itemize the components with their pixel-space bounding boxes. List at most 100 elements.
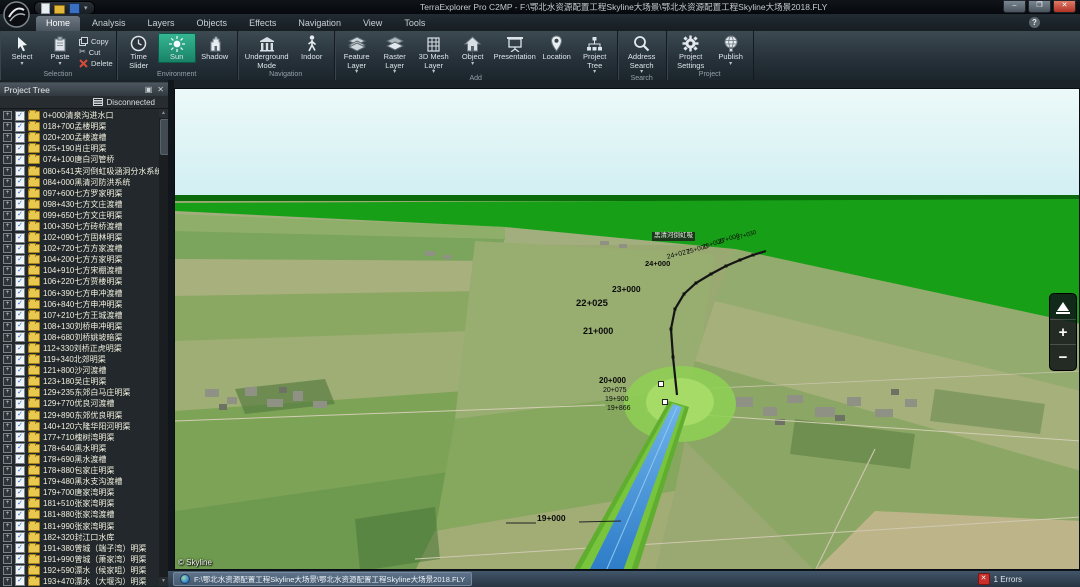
checkbox[interactable]: ✓ — [15, 299, 25, 309]
tree-item[interactable]: +✓193+470漂水（大堰沟）明渠 — [0, 576, 159, 586]
expand-icon[interactable]: + — [3, 178, 12, 187]
tree-item[interactable]: +✓121+800沙河渡槽 — [0, 365, 159, 376]
checkbox[interactable]: ✓ — [15, 255, 25, 265]
checkbox[interactable]: ✓ — [15, 443, 25, 453]
expand-icon[interactable]: + — [3, 366, 12, 375]
checkbox[interactable]: ✓ — [15, 477, 25, 487]
tree-item[interactable]: +✓182+320封江口水库 — [0, 532, 159, 543]
checkbox[interactable]: ✓ — [15, 532, 25, 542]
tree-item[interactable]: +✓107+210七方王城渡槽 — [0, 310, 159, 321]
minimize-button[interactable]: – — [1003, 0, 1026, 13]
checkbox[interactable]: ✓ — [15, 155, 25, 165]
expand-icon[interactable]: + — [3, 200, 12, 209]
tree-item[interactable]: +✓020+200孟楼渡槽 — [0, 132, 159, 143]
tree-item[interactable]: +✓106+390七方申冲渡槽 — [0, 288, 159, 299]
expand-icon[interactable]: + — [3, 544, 12, 553]
tab-navigation[interactable]: Navigation — [288, 16, 351, 31]
tree-item[interactable]: +✓178+690黑水渡槽 — [0, 454, 159, 465]
tree-item[interactable]: +✓129+770优良河渡槽 — [0, 398, 159, 409]
checkbox[interactable]: ✓ — [15, 355, 25, 365]
tree-item[interactable]: +✓179+700唐家湾明渠 — [0, 487, 159, 498]
checkbox[interactable]: ✓ — [15, 521, 25, 531]
checkbox[interactable]: ✓ — [15, 332, 25, 342]
close-button[interactable]: ✕ — [1053, 0, 1076, 13]
tree-item[interactable]: +✓178+880包家庄明渠 — [0, 465, 159, 476]
maximize-button[interactable]: ❐ — [1028, 0, 1051, 13]
expand-icon[interactable]: + — [3, 466, 12, 475]
checkbox[interactable]: ✓ — [15, 244, 25, 254]
expand-icon[interactable]: + — [3, 388, 12, 397]
help-icon[interactable]: ? — [1029, 17, 1040, 28]
expand-icon[interactable]: + — [3, 211, 12, 220]
underground-mode-button[interactable]: Underground Mode — [241, 33, 293, 71]
expand-icon[interactable]: + — [3, 189, 12, 198]
expand-icon[interactable]: + — [3, 499, 12, 508]
tree-item[interactable]: +✓100+350七方砖桥渡槽 — [0, 221, 159, 232]
tree-item[interactable]: +✓098+430七方文庄渡槽 — [0, 199, 159, 210]
expand-icon[interactable]: + — [3, 488, 12, 497]
tree-item[interactable]: +✓074+100唐白河管桥 — [0, 154, 159, 165]
paste-button[interactable]: Paste▾ — [41, 33, 79, 67]
tab-objects[interactable]: Objects — [187, 16, 238, 31]
tab-home[interactable]: Home — [36, 16, 80, 31]
compass-button[interactable] — [1050, 294, 1076, 320]
checkbox[interactable]: ✓ — [15, 188, 25, 198]
publish-button[interactable]: Publish▾ — [712, 33, 750, 67]
tree-item[interactable]: +✓102+090七方固林明渠 — [0, 232, 159, 243]
address-search-button[interactable]: Address Search▾ — [621, 33, 663, 75]
expand-icon[interactable]: + — [3, 300, 12, 309]
expand-icon[interactable]: + — [3, 355, 12, 364]
location-button[interactable]: Location — [538, 33, 576, 63]
expand-icon[interactable]: + — [3, 222, 12, 231]
checkbox[interactable]: ✓ — [15, 421, 25, 431]
expand-icon[interactable]: + — [3, 311, 12, 320]
copy-button[interactable]: Copy — [79, 36, 113, 46]
checkbox[interactable]: ✓ — [15, 111, 25, 121]
tree-item[interactable]: +✓181+510张家湾明渠 — [0, 498, 159, 509]
tree-scrollbar[interactable]: ▲ ▼ — [159, 109, 168, 586]
expand-icon[interactable]: + — [3, 167, 12, 176]
tree-item[interactable]: +✓097+600七方罗家明渠 — [0, 188, 159, 199]
skyline-logo-icon[interactable] — [3, 1, 30, 28]
expand-icon[interactable]: + — [3, 455, 12, 464]
expand-icon[interactable]: + — [3, 111, 12, 120]
select-button[interactable]: Select▾ — [3, 33, 41, 67]
expand-icon[interactable]: + — [3, 255, 12, 264]
checkbox[interactable]: ✓ — [15, 166, 25, 176]
expand-icon[interactable]: + — [3, 555, 12, 564]
checkbox[interactable]: ✓ — [15, 499, 25, 509]
checkbox[interactable]: ✓ — [15, 543, 25, 553]
tab-view[interactable]: View — [353, 16, 392, 31]
tree-item[interactable]: +✓025+190肖庄明渠 — [0, 143, 159, 154]
expand-icon[interactable]: + — [3, 399, 12, 408]
tree-item[interactable]: +✓104+200七方方家明渠 — [0, 254, 159, 265]
expand-icon[interactable]: + — [3, 322, 12, 331]
new-project-icon[interactable] — [41, 3, 50, 14]
expand-icon[interactable]: + — [3, 422, 12, 431]
tree-item[interactable]: +✓191+380曾城（端子湾）明渠 — [0, 543, 159, 554]
expand-icon[interactable]: + — [3, 333, 12, 342]
checkbox[interactable]: ✓ — [15, 466, 25, 476]
mesh-layer-button[interactable]: 3D Mesh Layer▾ — [414, 33, 454, 75]
checkbox[interactable]: ✓ — [15, 310, 25, 320]
expand-icon[interactable]: + — [3, 411, 12, 420]
raster-layer-button[interactable]: Raster Layer▾ — [376, 33, 414, 75]
open-fly-project-button[interactable]: F:\鄂北水资源配置工程Skyline大场景\鄂北水资源配置工程Skyline大… — [173, 572, 472, 586]
checkbox[interactable]: ✓ — [15, 565, 25, 575]
tree-item[interactable]: +✓192+590漂水（候家咀）明渠 — [0, 565, 159, 576]
delete-button[interactable]: Delete — [79, 58, 113, 68]
expand-icon[interactable]: + — [3, 122, 12, 131]
shadow-button[interactable]: Shadow — [196, 33, 234, 63]
checkbox[interactable]: ✓ — [15, 366, 25, 376]
checkbox[interactable]: ✓ — [15, 266, 25, 276]
checkbox[interactable]: ✓ — [15, 221, 25, 231]
pin-icon[interactable]: ▣ — [145, 85, 153, 94]
tree-item[interactable]: +✓123+180吴庄明渠 — [0, 376, 159, 387]
checkbox[interactable]: ✓ — [15, 288, 25, 298]
tree-item[interactable]: +✓108+130刘桥申冲明渠 — [0, 321, 159, 332]
expand-icon[interactable]: + — [3, 266, 12, 275]
scroll-up-icon[interactable]: ▲ — [159, 109, 168, 118]
expand-icon[interactable]: + — [3, 133, 12, 142]
expand-icon[interactable]: + — [3, 144, 12, 153]
checkbox[interactable]: ✓ — [15, 388, 25, 398]
